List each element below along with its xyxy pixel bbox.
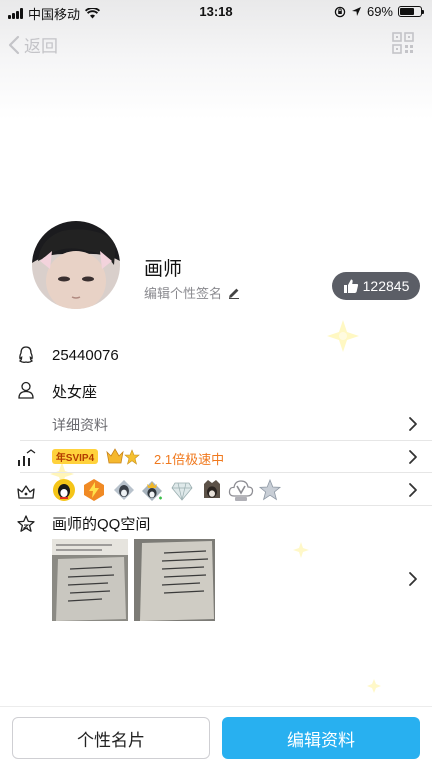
edit-profile-button[interactable]: 编辑资料 — [222, 717, 420, 759]
qq-penguin-outline-icon — [18, 346, 34, 363]
qr-code-icon[interactable] — [392, 32, 414, 54]
speed-status: 2.1倍极速中 — [154, 452, 225, 467]
sparkle-decoration — [293, 542, 309, 558]
zodiac-sign: 处女座 — [52, 384, 98, 401]
divider — [20, 505, 432, 506]
nickname: 画师 — [144, 259, 183, 280]
svip-badge[interactable]: 年SVIP4 — [52, 449, 98, 464]
back-label: 返回 — [24, 37, 58, 56]
bottom-bar-divider — [0, 706, 432, 707]
diamond-medal — [171, 482, 193, 501]
back-button[interactable]: 返回 — [8, 32, 58, 57]
battery-percent: 69% — [366, 4, 393, 19]
chevron-right-icon[interactable] — [408, 416, 418, 432]
thumbs-up-icon — [343, 279, 358, 293]
chevron-right-icon[interactable] — [408, 482, 418, 498]
dark-penguin-medal — [204, 480, 220, 498]
qzone-photo[interactable] — [52, 539, 128, 621]
book-page-photo — [52, 539, 128, 621]
divider — [20, 440, 432, 441]
medal-box-icon — [17, 485, 35, 499]
location-arrow-icon — [351, 7, 361, 16]
chevron-right-icon[interactable] — [408, 571, 418, 587]
qzone-title[interactable]: 画师的QQ空间 — [52, 513, 150, 534]
rotation-lock-icon — [334, 6, 346, 17]
book-page-photo — [134, 539, 215, 621]
chevron-left-icon — [8, 35, 20, 54]
sparkle-decoration — [367, 679, 381, 693]
signature-placeholder: 编辑个性签名 — [144, 286, 223, 301]
signature-edit[interactable]: 编辑个性签名 — [144, 283, 240, 302]
lightning-medal — [84, 479, 104, 501]
star-icon — [124, 449, 140, 465]
pencil-icon — [229, 288, 240, 299]
status-right: 69% — [334, 4, 424, 19]
chevron-right-icon[interactable] — [408, 449, 418, 465]
status-bar: 中国移动 13:18 69% — [0, 0, 432, 24]
like-button[interactable]: 122845 — [332, 272, 420, 300]
crown-icon — [106, 448, 124, 464]
qzone-photo[interactable] — [134, 539, 215, 621]
detail-info-link[interactable]: 详细资料 — [52, 415, 108, 435]
qq-penguin-medal — [53, 479, 75, 501]
silver-penguin-medal — [114, 480, 134, 500]
profile-card-button[interactable]: 个性名片 — [12, 717, 210, 759]
divider — [20, 472, 432, 473]
avatar[interactable] — [32, 221, 120, 309]
crown-penguin-medal — [142, 481, 162, 501]
qzone-star-icon — [17, 515, 35, 532]
avatar-photo — [32, 221, 120, 309]
battery-icon — [398, 6, 424, 17]
like-count: 122845 — [362, 278, 410, 294]
v-cloud-medal — [228, 480, 254, 501]
level-up-chart-icon — [18, 449, 36, 466]
sparkle-decoration — [327, 320, 359, 352]
person-icon — [18, 381, 34, 399]
qq-number: 25440076 — [52, 347, 119, 364]
star-medal — [258, 478, 282, 501]
